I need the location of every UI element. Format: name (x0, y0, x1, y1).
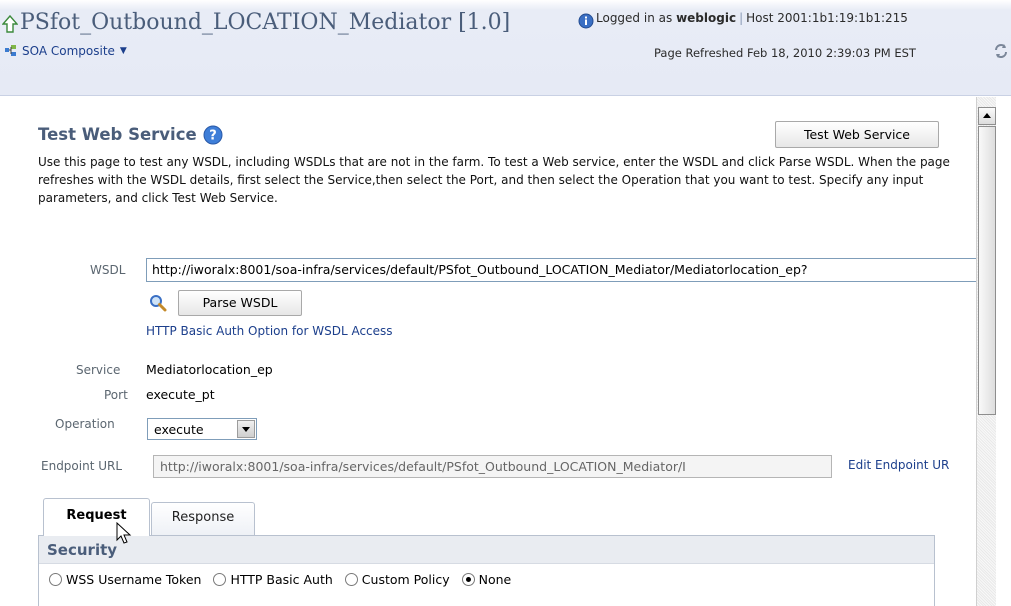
radio-http-basic-auth[interactable]: HTTP Basic Auth (213, 572, 333, 587)
radio-label: Custom Policy (361, 572, 450, 587)
chevron-down-icon: ▼ (119, 46, 127, 56)
soa-composite-label: SOA Composite (22, 44, 115, 58)
service-value: Mediatorlocation_ep (146, 362, 273, 377)
operation-select[interactable]: execute (147, 418, 257, 440)
radio-button-selected[interactable] (461, 573, 475, 586)
edit-endpoint-link[interactable]: Edit Endpoint UR (848, 458, 949, 472)
test-web-service-button[interactable]: Test Web Service (775, 121, 939, 148)
operation-label: Operation (55, 417, 115, 431)
logged-in-label: Logged in as (596, 11, 673, 25)
info-icon[interactable] (578, 13, 594, 29)
separator: | (739, 11, 744, 25)
magnifier-icon[interactable] (149, 294, 167, 312)
soa-composite-menu[interactable]: SOA Composite ▼ (4, 44, 127, 58)
endpoint-url-input[interactable]: http://iworalx:8001/soa-infra/services/d… (153, 455, 832, 478)
endpoint-url-label: Endpoint URL (41, 459, 123, 473)
radio-button[interactable] (49, 573, 62, 586)
service-label: Service (76, 363, 121, 377)
security-title: Security (47, 541, 118, 559)
radio-none[interactable]: None (461, 572, 512, 587)
radio-label: WSS Username Token (66, 572, 202, 587)
main-content: Test Web Service ? Test Web Service Use … (0, 97, 976, 606)
refresh-icon[interactable] (992, 42, 1010, 60)
page-header: PSfot_Outbound_LOCATION_Mediator [1.0] L… (0, 0, 1011, 96)
radio-button[interactable] (213, 573, 227, 586)
radio-wss-username-token[interactable]: WSS Username Token (49, 572, 201, 587)
chevron-down-icon[interactable] (237, 420, 255, 438)
port-label: Port (104, 388, 128, 402)
http-basic-auth-link[interactable]: HTTP Basic Auth Option for WSDL Access (146, 324, 393, 338)
page-title: PSfot_Outbound_LOCATION_Mediator [1.0] (20, 10, 511, 35)
wsdl-label: WSDL (90, 263, 126, 277)
radio-custom-policy[interactable]: Custom Policy (344, 572, 450, 587)
radio-button[interactable] (344, 573, 358, 586)
host-value: 2001:1b1:19:1b1:215 (777, 11, 908, 25)
svg-text:?: ? (209, 129, 217, 144)
help-icon[interactable]: ? (203, 125, 223, 145)
login-info: Logged in as weblogic | Host 2001:1b1:19:1… (596, 11, 908, 25)
scroll-up-button[interactable] (978, 107, 996, 125)
scroll-thumb[interactable] (978, 126, 996, 415)
up-arrow-icon[interactable] (2, 14, 18, 34)
radio-label: None (478, 572, 512, 587)
parse-wsdl-button[interactable]: Parse WSDL (178, 290, 302, 316)
port-value: execute_pt (146, 387, 215, 402)
page-refreshed-text: Page Refreshed Feb 18, 2010 2:39:03 PM E… (654, 46, 916, 60)
section-title: Test Web Service (38, 125, 197, 144)
composite-icon (5, 45, 16, 56)
security-header: Security (39, 536, 934, 564)
request-panel: Security WSS Username Token HTTP Basic A… (38, 535, 935, 606)
section-description: Use this page to test any WSDL, includin… (38, 155, 950, 205)
mouse-pointer-icon (116, 522, 132, 544)
security-options: WSS Username Token HTTP Basic Auth Custo… (49, 572, 523, 587)
radio-label: HTTP Basic Auth (230, 572, 333, 587)
user-name: weblogic (676, 11, 737, 25)
wsdl-input[interactable]: http://iworalx:8001/soa-infra/services/d… (146, 258, 976, 282)
tab-response[interactable]: Response (151, 502, 255, 535)
vertical-scrollbar[interactable] (976, 97, 996, 606)
operation-value: execute (154, 422, 204, 437)
tab-request[interactable]: Request (43, 498, 150, 536)
host-label: Host (746, 11, 774, 25)
